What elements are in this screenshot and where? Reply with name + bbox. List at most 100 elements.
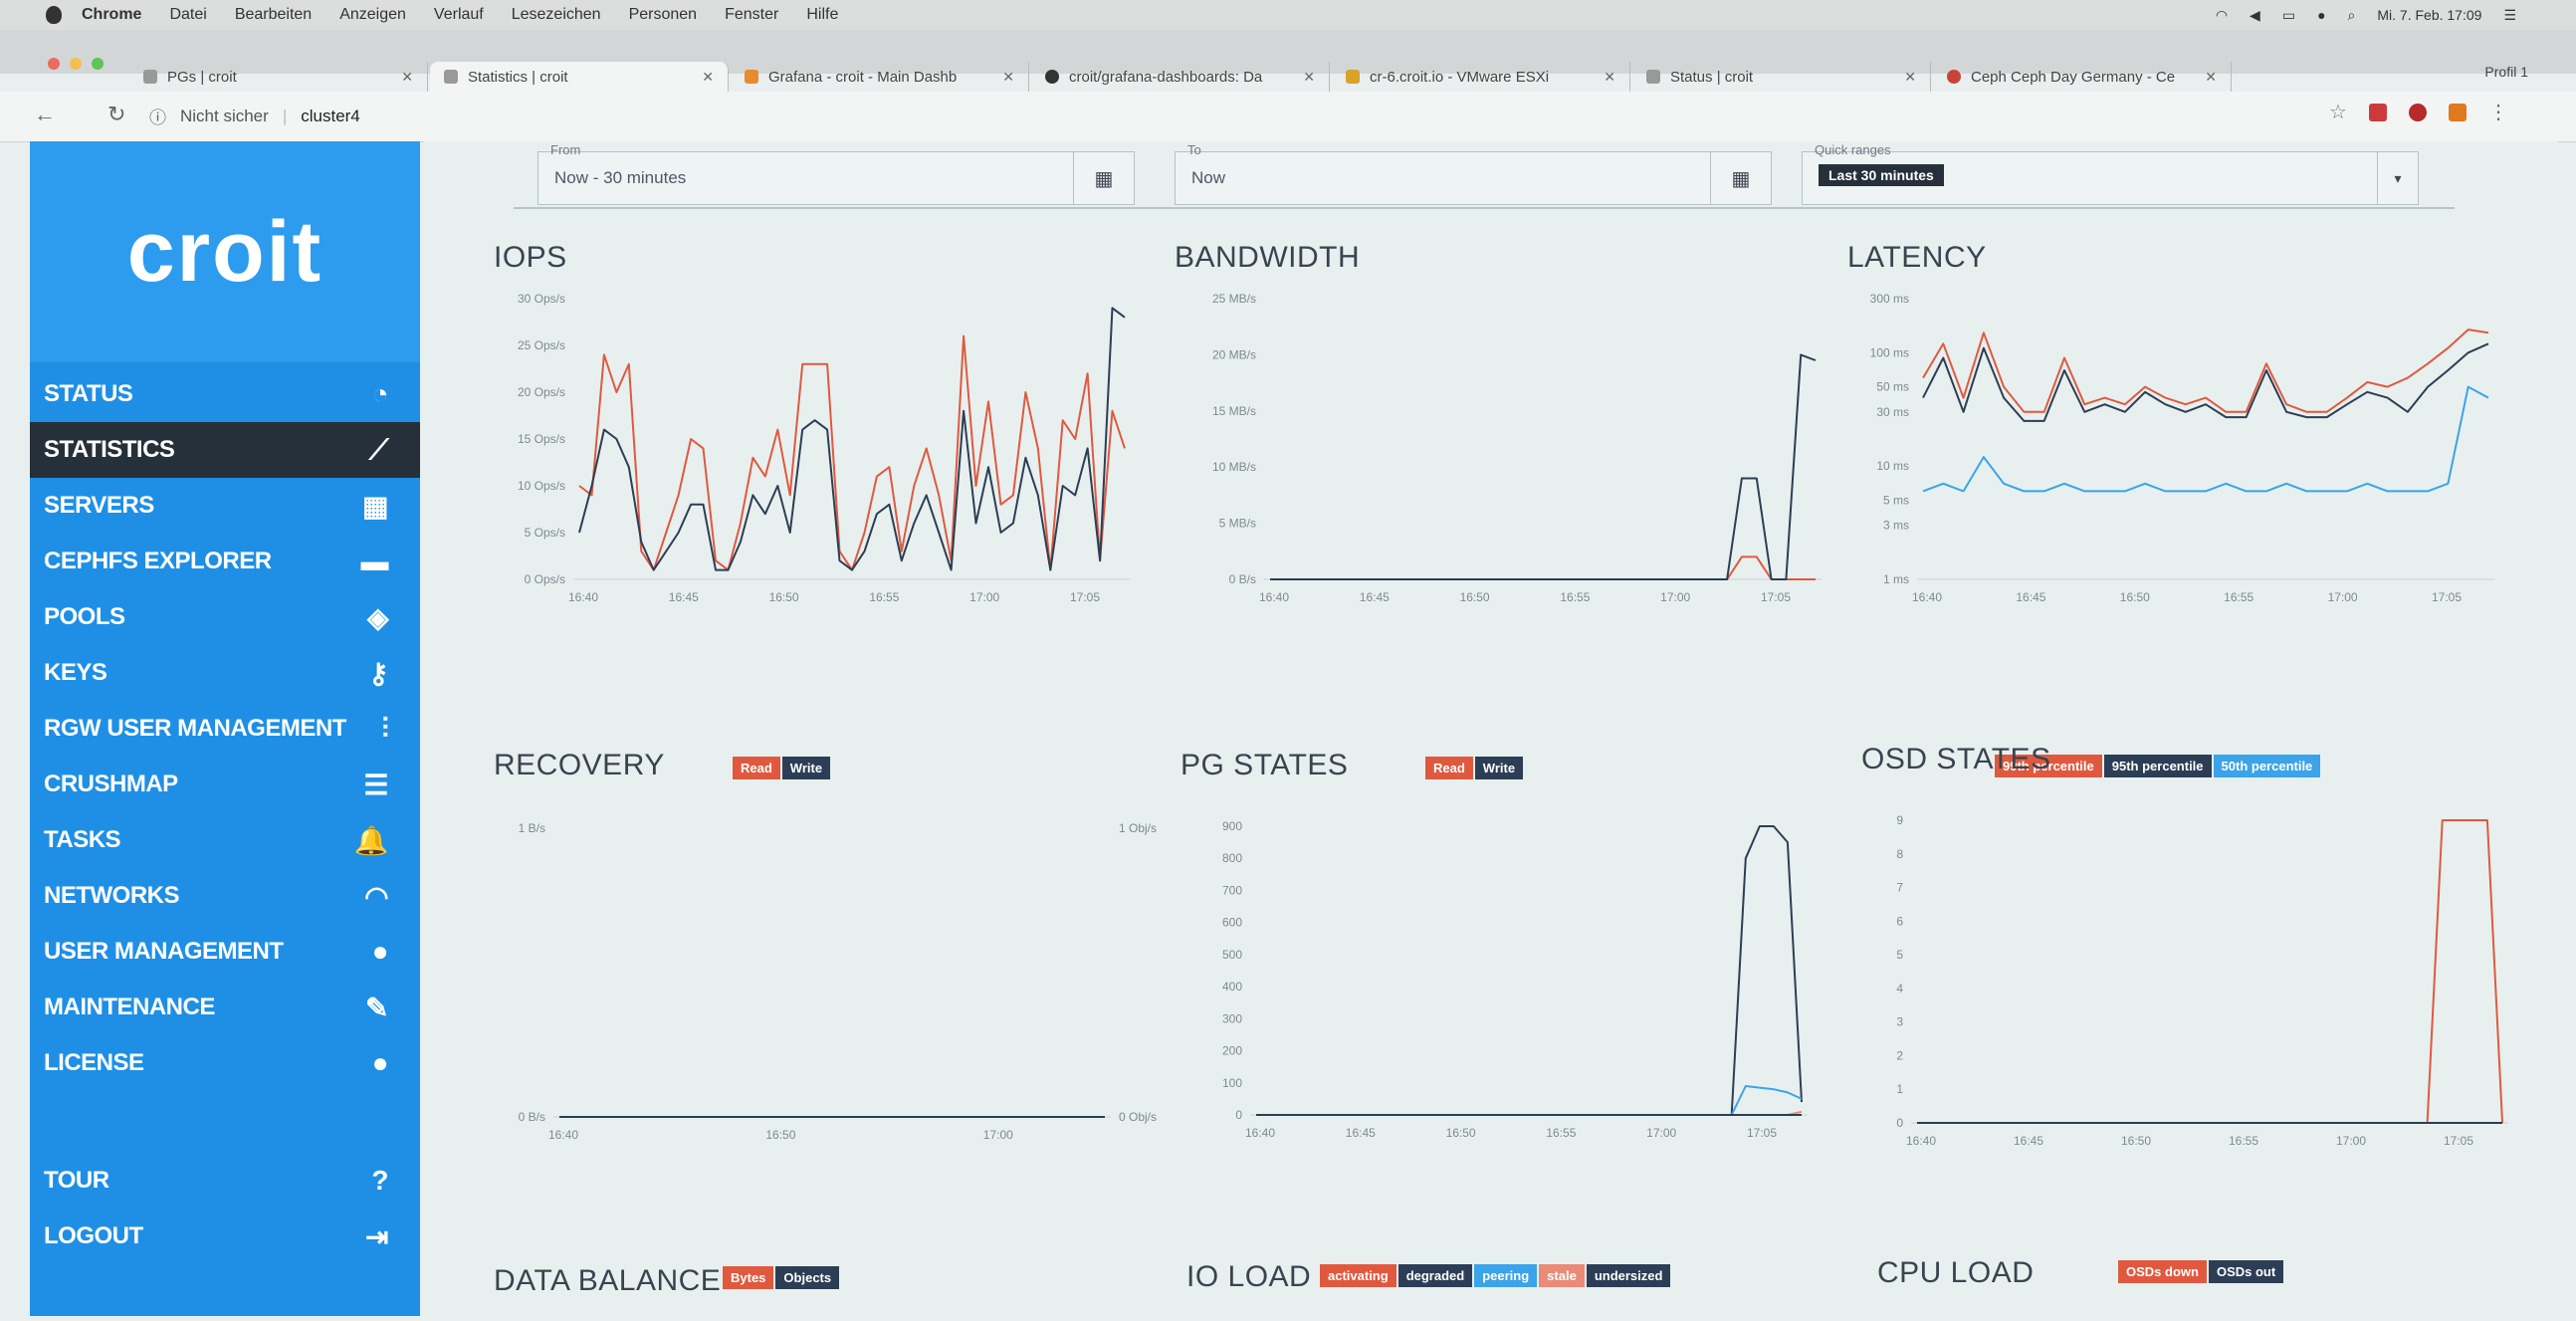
x-tick-label: 17:05 [1761,590,1791,604]
github-icon [1045,70,1059,84]
apple-icon[interactable] [46,6,62,24]
x-tick-label: 17:05 [2444,1134,2473,1148]
profile-button[interactable]: Profil 1 [2484,64,2528,80]
sidebar-item-tour[interactable]: TOUR? [30,1153,420,1209]
browser-tab[interactable]: Status | croit ✕ [1632,62,1931,92]
menu-item[interactable]: Personen [629,6,698,24]
sidebar-item-networks[interactable]: NETWORKS ◠ [30,868,420,924]
browser-tab[interactable]: Ceph Ceph Day Germany - Ce ✕ [1933,62,2232,92]
time-to-field[interactable]: To Now ▦ [1175,142,1772,205]
menu-item[interactable]: Verlauf [434,6,484,24]
info-icon[interactable]: ⓘ [149,104,166,128]
y-tick-label: 25 Ops/s [518,338,565,352]
back-arrow-icon[interactable]: ← [34,102,56,127]
x-tick-label: 17:05 [1747,1126,1777,1140]
quick-ranges-select[interactable]: Quick ranges Last 30 minutes ▾ [1802,142,2419,205]
globe-icon: ● [371,1047,389,1078]
close-tab-icon[interactable]: ✕ [1002,69,1014,86]
browser-tab-active[interactable]: Statistics | croit ✕ [430,62,729,92]
menu-item[interactable]: Anzeigen [339,6,406,24]
screen: Chrome Datei Bearbeiten Anzeigen Verlauf… [0,0,2576,1321]
y-tick-label: 25 MB/s [1212,292,1256,306]
wifi-status-icon[interactable]: ◠ [2216,7,2228,24]
url-host: cluster4 [301,106,360,125]
sidebar-item-tasks[interactable]: TASKS 🔔 [30,812,420,868]
y-tick-label: 0 Ops/s [525,572,565,586]
sidebar-item-label: KEYS [44,659,107,686]
favicon-icon [1346,70,1360,84]
y-tick-label: 900 [1222,819,1242,833]
close-tab-icon[interactable]: ✕ [1904,69,1916,86]
sidebar-item-statistics[interactable]: STATISTICS ⟋ [30,422,420,478]
extension-icon[interactable] [2449,104,2467,121]
menu-item[interactable]: Fenster [725,6,778,24]
x-tick-label: 16:55 [1546,1126,1576,1140]
x-tick-label: 16:50 [765,1128,795,1142]
sidebar-item-label: STATUS [44,380,133,407]
extension-icon[interactable] [2369,104,2387,121]
list-icon: ☰ [363,769,388,800]
panel-title: IO LOAD [1186,1260,1312,1293]
sidebar-item-label: MAINTENANCE [44,993,215,1020]
bookmark-star-icon[interactable]: ☆ [2329,103,2347,122]
y-tick-label: 800 [1222,851,1242,865]
browser-tab[interactable]: cr-6.croit.io - VMware ESXi ✕ [1332,62,1630,92]
y-tick-label: 10 ms [1876,459,1909,473]
spotlight-icon[interactable]: ⌕ [2348,7,2356,24]
close-tab-icon[interactable]: ✕ [2205,69,2217,86]
sidebar-item-keys[interactable]: KEYS ⚷ [30,645,420,701]
sidebar-item-label: SERVERS [44,492,154,519]
y-tick-label: 700 [1222,883,1242,897]
close-tab-icon[interactable]: ✕ [702,69,714,86]
x-tick-label: 16:55 [1560,590,1590,604]
close-window-button[interactable] [48,58,60,70]
x-tick-label: 16:40 [1912,590,1942,604]
close-tab-icon[interactable]: ✕ [401,69,413,86]
sidebar-item-user-management[interactable]: USER MANAGEMENT ● [30,924,420,980]
sidebar-item-license[interactable]: LICENSE ● [30,1035,420,1091]
zoom-window-button[interactable] [92,58,104,70]
browser-tab[interactable]: Grafana - croit - Main Dashb ✕ [731,62,1029,92]
series-line-peering [1256,1085,1803,1116]
minimize-window-button[interactable] [70,58,82,70]
x-tick-label: 17:05 [1070,590,1100,604]
close-tab-icon[interactable]: ✕ [1303,69,1315,86]
x-tick-label: 17:00 [983,1128,1013,1142]
x-tick-label: 16:45 [669,590,699,604]
volume-icon[interactable]: ◀ [2250,7,2260,24]
browser-menu-icon[interactable]: ⋮ [2488,103,2508,122]
calendar-icon[interactable]: ▦ [1073,152,1134,204]
time-from-field[interactable]: From Now - 30 minutes ▦ [537,142,1135,205]
sidebar-item-status[interactable]: STATUS ◔ [30,366,420,422]
quick-range-badge: Last 30 minutes [1819,164,1944,186]
sidebar-item-logout[interactable]: LOGOUT ⇥ [30,1209,420,1264]
battery-icon[interactable]: ▭ [2282,7,2295,24]
user-icon[interactable]: ● [2317,7,2325,23]
menu-item[interactable]: Datei [169,6,206,24]
menu-item[interactable]: Lesezeichen [512,6,601,24]
menu-item[interactable]: Bearbeiten [235,6,312,24]
sidebar-item-servers[interactable]: SERVERS ▦ [30,478,420,534]
sidebar-item-cephfs-explorer[interactable]: CEPHFS EXPLORER ▬ [30,534,420,589]
menubar-clock[interactable]: Mi. 7. Feb. 17:09 [2377,7,2481,23]
close-tab-icon[interactable]: ✕ [1604,69,1615,86]
menu-item[interactable]: Hilfe [806,6,838,24]
sidebar-item-maintenance[interactable]: MAINTENANCE ✎ [30,980,420,1035]
browser-tab[interactable]: PGs | croit ✕ [129,62,428,92]
y-tick-label: 500 [1222,948,1242,962]
sidebar-item-pools[interactable]: POOLS ◈ [30,589,420,645]
sidebar-item-crushmap[interactable]: CRUSHMAP ☰ [30,757,420,812]
extension-shield-icon[interactable] [2409,104,2427,121]
browser-tab[interactable]: croit/grafana-dashboards: Da ✕ [1031,62,1330,92]
calendar-icon[interactable]: ▦ [1710,152,1771,204]
notification-center-icon[interactable]: ☰ [2503,7,2516,24]
url-field[interactable]: ⓘ Nicht sicher | cluster4 [149,104,360,128]
y-tick-label: 50 ms [1876,380,1909,394]
croit-logo[interactable]: croit [30,141,420,362]
chevron-down-icon[interactable]: ▾ [2377,152,2418,204]
sidebar-item-rgw-user-management[interactable]: RGW USER MANAGEMENT ⫶ [30,701,420,757]
menu-app-name[interactable]: Chrome [82,6,141,24]
x-tick-label: 17:00 [2336,1134,2366,1148]
reload-icon[interactable]: ↻ [107,102,125,127]
bandwidth-chart: 0 B/s 5 MB/s 10 MB/s 15 MB/s 20 MB/s 25 MB/s 1… [1212,292,1822,604]
